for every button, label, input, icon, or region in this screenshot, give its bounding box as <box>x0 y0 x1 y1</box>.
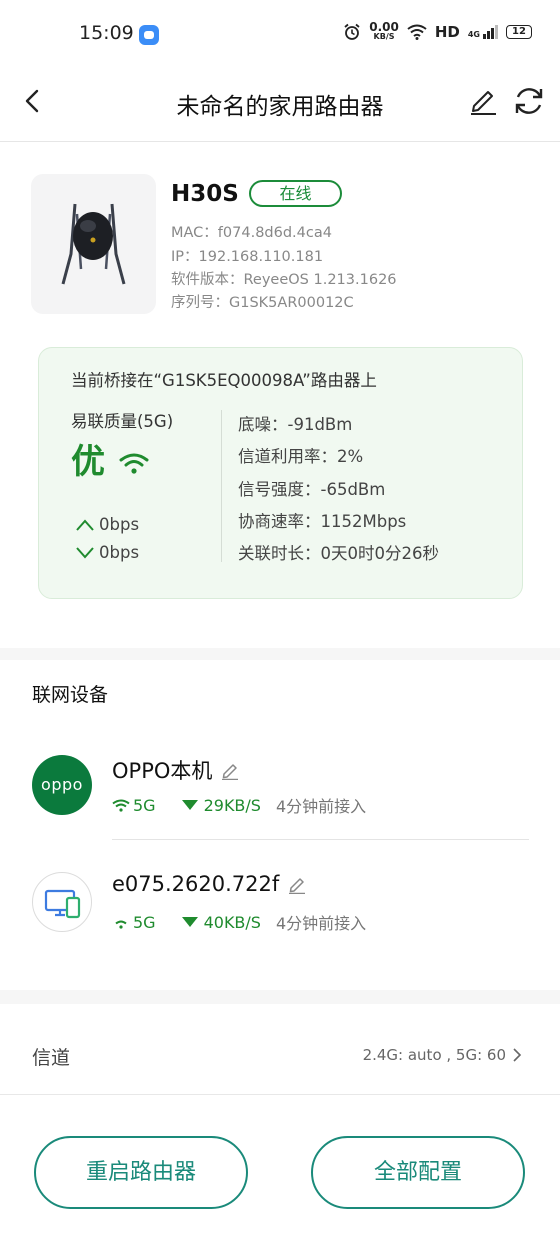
battery-icon: 12 <box>506 25 532 39</box>
edit-name-button[interactable] <box>467 84 499 116</box>
download-speed: 40KB/S <box>181 913 261 932</box>
wifi-small-icon <box>115 920 127 929</box>
connect-time: 4分钟前接入 <box>275 914 367 933</box>
connected-device-name: e075.2620.722f <box>112 872 280 896</box>
section-divider <box>0 648 560 660</box>
quality-value: 优 <box>71 442 105 482</box>
upload-rate: 0bps <box>75 515 139 534</box>
channel-label: 信道 <box>32 1047 71 1069</box>
computer-phone-icon <box>32 872 92 932</box>
device-serial: 序列号：G1SK5AR00012C <box>171 295 354 311</box>
device-meta: 5G 40KB/S 4分钟前接入 <box>112 910 366 934</box>
network-speed: 0.00 KB/S <box>369 20 399 41</box>
device-mac: MAC：f074.8d6d.4ca4 <box>171 225 332 241</box>
bridge-title: 当前桥接在“G1SK5EQ00098A”路由器上 <box>71 371 377 390</box>
noise-floor: 底噪：-91dBm <box>238 415 353 434</box>
channel-row[interactable]: 信道 2.4G: auto , 5G: 60 <box>0 1005 560 1095</box>
channel-utilization: 信道利用率：2% <box>238 447 364 466</box>
connected-device-name: OPPO本机 <box>112 759 213 783</box>
message-app-icon <box>139 25 159 45</box>
connected-device-item[interactable]: oppo OPPO本机 5G 29KB/S 4分钟前接入 <box>0 755 560 865</box>
device-name-row: e075.2620.722f <box>112 872 307 896</box>
rename-icon[interactable] <box>287 874 307 894</box>
status-icons: 0.00 KB/S HD 4G 12 <box>343 20 532 42</box>
band-indicator: 5G <box>112 913 156 932</box>
router-icon <box>61 203 126 285</box>
status-time: 15:09 <box>79 22 134 44</box>
device-name-row: OPPO本机 <box>112 755 240 785</box>
arrow-up-icon <box>76 518 94 531</box>
signal-strength: 信号强度：-65dBm <box>238 480 386 499</box>
triangle-down-icon <box>181 917 198 927</box>
device-ip: IP：192.168.110.181 <box>171 249 324 265</box>
bridge-card: 当前桥接在“G1SK5EQ00098A”路由器上 易联质量(5G) 优 0bps… <box>38 347 523 599</box>
rename-icon[interactable] <box>220 760 240 780</box>
hd-label: HD <box>434 23 460 41</box>
status-badge: 在线 <box>249 180 342 207</box>
reboot-router-button[interactable]: 重启路由器 <box>34 1136 248 1209</box>
negotiated-rate: 协商速率：1152Mbps <box>238 512 407 531</box>
band-indicator: 5G <box>112 796 156 815</box>
device-card: H30S 在线 MAC：f074.8d6d.4ca4 IP：192.168.11… <box>0 143 560 343</box>
connect-time: 4分钟前接入 <box>275 797 367 816</box>
chevron-right-icon <box>513 1048 522 1062</box>
connected-device-item[interactable]: e075.2620.722f 5G 40KB/S 4分钟前接入 <box>0 872 560 982</box>
cell-signal-icon: 4G <box>468 25 498 39</box>
wifi-small-icon <box>112 799 130 812</box>
divider <box>221 410 222 562</box>
quality-label: 易联质量(5G) <box>71 412 174 431</box>
wifi-quality-icon <box>119 453 149 474</box>
alarm-icon <box>344 23 360 40</box>
download-speed: 29KB/S <box>181 796 261 815</box>
status-bar: 15:09 0.00 KB/S HD 4G 12 <box>0 0 560 70</box>
list-divider <box>112 839 529 840</box>
association-time: 关联时长：0天0时0分26秒 <box>238 544 439 563</box>
arrow-down-icon <box>76 546 94 559</box>
router-image <box>31 174 156 314</box>
all-config-button[interactable]: 全部配置 <box>311 1136 525 1209</box>
nav-bar: 未命名的家用路由器 <box>0 70 560 142</box>
refresh-button[interactable] <box>512 84 546 118</box>
connected-devices-title: 联网设备 <box>32 684 109 706</box>
oppo-logo-icon: oppo <box>32 755 92 815</box>
wifi-status-icon <box>407 24 427 40</box>
triangle-down-icon <box>181 800 198 810</box>
device-meta: 5G 29KB/S 4分钟前接入 <box>112 793 366 817</box>
device-firmware: 软件版本：ReyeeOS 1.213.1626 <box>171 272 397 288</box>
download-rate: 0bps <box>75 543 139 562</box>
channel-value: 2.4G: auto , 5G: 60 <box>363 1046 522 1064</box>
device-name: H30S <box>171 181 239 207</box>
section-divider <box>0 990 560 1004</box>
